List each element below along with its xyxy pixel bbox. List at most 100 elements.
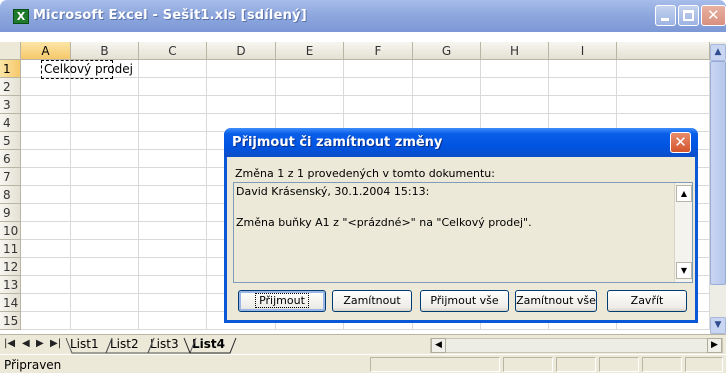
grid-cell[interactable] bbox=[71, 204, 139, 222]
details-scrollbar[interactable]: ▲ ▼ bbox=[674, 183, 692, 282]
column-header-f[interactable]: F bbox=[344, 42, 413, 60]
grid-cell[interactable] bbox=[481, 78, 549, 96]
grid-cell[interactable] bbox=[139, 60, 207, 78]
grid-cell[interactable] bbox=[276, 78, 344, 96]
column-header-g[interactable]: G bbox=[413, 42, 481, 60]
row-header[interactable]: 7 bbox=[0, 168, 21, 186]
grid-cell[interactable] bbox=[481, 60, 549, 78]
grid-cell[interactable] bbox=[21, 78, 71, 96]
grid-cell[interactable] bbox=[21, 96, 71, 114]
grid-cell[interactable] bbox=[139, 276, 207, 294]
row-header[interactable]: 11 bbox=[0, 240, 21, 258]
row-header[interactable]: 12 bbox=[0, 258, 21, 276]
grid-cell[interactable] bbox=[21, 114, 71, 132]
grid-cell[interactable] bbox=[71, 96, 139, 114]
scroll-up-icon[interactable]: ▲ bbox=[710, 44, 726, 61]
scroll-right-icon[interactable]: ▶ bbox=[707, 338, 722, 353]
grid-cell[interactable] bbox=[71, 240, 139, 258]
cell-a1-marquee[interactable] bbox=[41, 60, 113, 79]
row-header[interactable]: 4 bbox=[0, 114, 21, 132]
grid-cell[interactable] bbox=[139, 168, 207, 186]
grid-cell[interactable] bbox=[71, 132, 139, 150]
grid-cell[interactable] bbox=[139, 240, 207, 258]
row-header[interactable]: 13 bbox=[0, 276, 21, 294]
grid-cell[interactable] bbox=[21, 294, 71, 312]
grid-cell[interactable] bbox=[71, 258, 139, 276]
column-header-c[interactable]: C bbox=[139, 42, 207, 60]
excel-app-icon[interactable]: X bbox=[13, 9, 29, 24]
grid-cell[interactable] bbox=[139, 96, 207, 114]
grid-cell[interactable] bbox=[71, 114, 139, 132]
row-header[interactable]: 2 bbox=[0, 78, 21, 96]
column-header-a[interactable]: A bbox=[21, 42, 71, 60]
vertical-scroll-thumb[interactable] bbox=[710, 61, 726, 285]
grid-cell[interactable] bbox=[21, 276, 71, 294]
grid-cell[interactable] bbox=[139, 222, 207, 240]
scroll-down-icon[interactable]: ▼ bbox=[710, 317, 726, 334]
grid-cell[interactable] bbox=[276, 60, 344, 78]
row-header[interactable]: 10 bbox=[0, 222, 21, 240]
grid-cell[interactable] bbox=[207, 96, 276, 114]
column-header-h[interactable]: H bbox=[481, 42, 549, 60]
grid-cell[interactable] bbox=[617, 60, 710, 78]
row-header[interactable]: 14 bbox=[0, 294, 21, 312]
grid-cell[interactable] bbox=[71, 186, 139, 204]
grid-cell[interactable] bbox=[21, 312, 71, 330]
row-header[interactable]: 15 bbox=[0, 312, 21, 330]
grid-cell[interactable] bbox=[139, 258, 207, 276]
column-header-i[interactable]: I bbox=[549, 42, 617, 60]
row-header[interactable]: 6 bbox=[0, 150, 21, 168]
column-header-e[interactable]: E bbox=[276, 42, 344, 60]
select-all-corner[interactable] bbox=[0, 42, 21, 60]
column-header-d[interactable]: D bbox=[207, 42, 276, 60]
maximize-button[interactable] bbox=[678, 5, 699, 26]
column-header-overflow[interactable] bbox=[617, 42, 710, 60]
grid-cell[interactable] bbox=[71, 312, 139, 330]
grid-cell[interactable] bbox=[413, 60, 481, 78]
row-header[interactable]: 9 bbox=[0, 204, 21, 222]
row-header[interactable]: 1 bbox=[0, 60, 21, 78]
grid-cell[interactable] bbox=[139, 294, 207, 312]
accept-all-button[interactable]: Přijmout vše bbox=[420, 290, 509, 312]
grid-cell[interactable] bbox=[344, 60, 413, 78]
grid-cell[interactable] bbox=[207, 60, 276, 78]
grid-cell[interactable] bbox=[21, 132, 71, 150]
grid-cell[interactable] bbox=[71, 168, 139, 186]
grid-cell[interactable] bbox=[71, 222, 139, 240]
grid-cell[interactable] bbox=[71, 78, 139, 96]
grid-cell[interactable] bbox=[21, 258, 71, 276]
reject-button[interactable]: Zamítnout bbox=[332, 290, 412, 312]
grid-cell[interactable] bbox=[549, 96, 617, 114]
grid-cell[interactable] bbox=[21, 186, 71, 204]
row-header[interactable]: 3 bbox=[0, 96, 21, 114]
dialog-titlebar[interactable]: Přijmout či zamítnout změny ✕ bbox=[224, 128, 698, 157]
column-header-b[interactable]: B bbox=[71, 42, 139, 60]
grid-cell[interactable] bbox=[21, 204, 71, 222]
grid-cell[interactable] bbox=[21, 222, 71, 240]
minimize-button[interactable] bbox=[655, 5, 676, 26]
prev-sheet-icon[interactable]: ◀ bbox=[22, 338, 30, 349]
grid-cell[interactable] bbox=[139, 186, 207, 204]
dialog-close-button[interactable]: ✕ bbox=[670, 132, 691, 153]
grid-cell[interactable] bbox=[139, 204, 207, 222]
close-window-button[interactable]: ✕ bbox=[701, 5, 726, 26]
grid-cell[interactable] bbox=[71, 150, 139, 168]
grid-cell[interactable] bbox=[71, 294, 139, 312]
row-header[interactable]: 5 bbox=[0, 132, 21, 150]
scroll-up-icon[interactable]: ▲ bbox=[676, 185, 692, 202]
scroll-left-icon[interactable]: ◀ bbox=[431, 338, 446, 353]
horizontal-scrollbar[interactable]: ◀ ▶ bbox=[430, 338, 723, 353]
close-dialog-button[interactable]: Zavřít bbox=[607, 290, 687, 312]
grid-cell[interactable] bbox=[344, 96, 413, 114]
change-details-box[interactable]: David Krásenský, 30.1.2004 15:13: Změna … bbox=[233, 182, 693, 283]
next-sheet-icon[interactable]: ▶ bbox=[36, 338, 44, 349]
grid-cell[interactable] bbox=[276, 96, 344, 114]
grid-cell[interactable] bbox=[617, 78, 710, 96]
grid-cell[interactable] bbox=[481, 96, 549, 114]
row-header[interactable]: 8 bbox=[0, 186, 21, 204]
grid-cell[interactable] bbox=[139, 132, 207, 150]
grid-cell[interactable] bbox=[139, 78, 207, 96]
grid-cell[interactable] bbox=[549, 60, 617, 78]
accept-button[interactable]: Přijmout bbox=[238, 290, 326, 312]
grid-cell[interactable] bbox=[413, 96, 481, 114]
